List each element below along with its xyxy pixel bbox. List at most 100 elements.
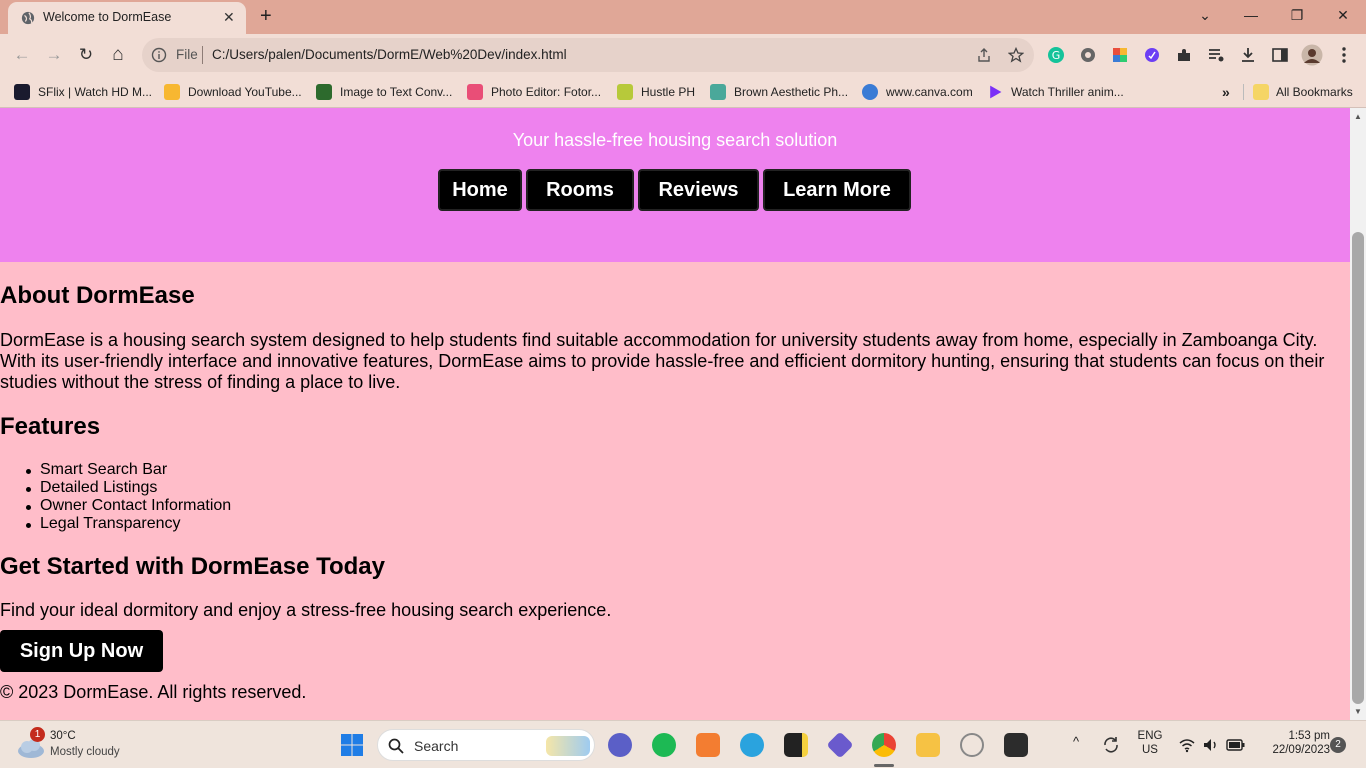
grammarly-extension-icon[interactable]: G: [1046, 45, 1066, 65]
tab-strip: Welcome to DormEase ✕ + ⌄ — ❐ ✕: [0, 0, 1366, 34]
download-folder-icon: [164, 84, 180, 100]
xampp-icon[interactable]: [696, 733, 720, 757]
tab-search-chevron-icon[interactable]: ⌄: [1195, 6, 1215, 24]
media-queue-icon[interactable]: [1206, 45, 1226, 65]
palette-extension-icon[interactable]: [1110, 45, 1130, 65]
volume-icon[interactable]: [1202, 736, 1220, 754]
all-bookmarks-label: All Bookmarks: [1276, 85, 1353, 99]
bookmark-item[interactable]: Brown Aesthetic Ph...: [710, 83, 848, 101]
terminal-icon[interactable]: [1004, 733, 1028, 757]
back-button[interactable]: ←: [11, 44, 33, 66]
download-icon[interactable]: [1238, 45, 1258, 65]
bookmarks-bar: SFlix | Watch HD M... Download YouTube..…: [0, 76, 1366, 108]
side-panel-icon[interactable]: [1270, 45, 1290, 65]
play-icon: [990, 85, 1002, 99]
nav-home-button[interactable]: Home: [438, 169, 522, 211]
bookmark-label: SFlix | Watch HD M...: [38, 85, 153, 99]
obsidian-icon[interactable]: [826, 731, 854, 759]
get-started-heading: Get Started with DormEase Today: [0, 553, 385, 580]
home-button[interactable]: ⌂: [107, 44, 129, 66]
circle-app-icon[interactable]: [960, 733, 984, 757]
scroll-down-arrow-icon[interactable]: ▼: [1354, 707, 1362, 716]
image-to-text-icon: [316, 84, 332, 100]
weather-condition: Mostly cloudy: [50, 746, 120, 758]
kebab-menu-icon[interactable]: [1334, 45, 1354, 65]
nav-reviews-button[interactable]: Reviews: [638, 169, 759, 211]
taskbar-search-box[interactable]: Search: [377, 729, 595, 761]
bookmark-label: www.canva.com: [886, 85, 973, 99]
clock-date: 22/09/2023: [1272, 744, 1330, 756]
search-highlight-icon: [546, 736, 590, 756]
bookmark-item[interactable]: Photo Editor: Fotor...: [467, 83, 601, 101]
svg-text:G: G: [1052, 49, 1061, 62]
bookmark-label: Image to Text Conv...: [340, 85, 453, 99]
bookmark-star-icon[interactable]: [1008, 47, 1024, 63]
site-info-icon[interactable]: [151, 47, 167, 63]
search-icon: [388, 738, 404, 754]
share-icon[interactable]: [976, 47, 992, 63]
url-text[interactable]: C:/Users/palen/Documents/DormE/Web%20Dev…: [212, 47, 567, 62]
windows-taskbar: 1 30°C Mostly cloudy Search ^ ENG US 1:5…: [0, 720, 1366, 768]
url-scheme-label: File: [176, 47, 198, 62]
bookmark-label: Photo Editor: Fotor...: [491, 85, 602, 99]
weather-temp: 30°C: [50, 730, 76, 742]
bookmark-item[interactable]: www.canva.com: [862, 83, 973, 101]
scroll-up-arrow-icon[interactable]: ▲: [1354, 112, 1362, 121]
feature-item: Detailed Listings: [25, 479, 158, 496]
bookmark-item[interactable]: Download YouTube...: [164, 83, 302, 101]
file-explorer-icon[interactable]: [916, 733, 940, 757]
browser-toolbar: ← → ↻ ⌂ File C:/Users/palen/Documents/Do…: [0, 34, 1366, 76]
sticky-notes-icon[interactable]: [784, 733, 808, 757]
url-divider: [202, 46, 203, 64]
bookmark-item[interactable]: Watch Thriller anim...: [987, 83, 1124, 101]
sign-up-button[interactable]: Sign Up Now: [0, 630, 163, 672]
sync-icon[interactable]: [1101, 735, 1121, 755]
language-indicator[interactable]: ENG US: [1134, 730, 1166, 756]
restore-button[interactable]: ❐: [1287, 6, 1307, 24]
reload-button[interactable]: ↻: [75, 44, 97, 66]
purple-extension-icon[interactable]: [1142, 45, 1162, 65]
notification-count-badge[interactable]: 2: [1330, 737, 1346, 753]
feature-item: Owner Contact Information: [25, 497, 232, 514]
profile-avatar[interactable]: [1301, 44, 1323, 66]
features-heading: Features: [0, 413, 101, 440]
spotify-icon[interactable]: [652, 733, 676, 757]
folder-icon: [1253, 84, 1269, 100]
lang-line1: ENG: [1137, 730, 1163, 742]
page-scrollbar[interactable]: ▲ ▼: [1350, 108, 1366, 720]
meet-chat-icon[interactable]: [608, 733, 632, 757]
battery-icon[interactable]: [1226, 736, 1246, 754]
chrome-icon[interactable]: [872, 733, 896, 757]
get-started-paragraph: Find your ideal dormitory and enjoy a st…: [0, 600, 612, 620]
gear-extension-icon[interactable]: [1078, 45, 1098, 65]
nav-rooms-button[interactable]: Rooms: [526, 169, 634, 211]
address-bar[interactable]: File C:/Users/palen/Documents/DormE/Web%…: [142, 38, 1034, 72]
fotor-icon: [467, 84, 483, 100]
desktop-screen: Welcome to DormEase ✕ + ⌄ — ❐ ✕ ← → ↻ ⌂ …: [0, 0, 1366, 768]
bookmarks-overflow-button[interactable]: »: [1222, 83, 1230, 101]
all-bookmarks-button[interactable]: All Bookmarks: [1253, 83, 1353, 101]
hustle-ph-icon: [617, 84, 633, 100]
tray-overflow-chevron-icon[interactable]: ^: [1073, 734, 1079, 749]
bookmark-item[interactable]: Hustle PH: [617, 83, 695, 101]
nav-learn-more-button[interactable]: Learn More: [763, 169, 911, 211]
browser-tab[interactable]: Welcome to DormEase ✕: [8, 2, 246, 34]
clock[interactable]: 1:53 pm 22/09/2023: [1254, 730, 1330, 756]
telegram-icon[interactable]: [740, 733, 764, 757]
weather-widget[interactable]: 1 30°C Mostly cloudy: [16, 727, 146, 763]
puzzle-extensions-icon[interactable]: [1174, 45, 1194, 65]
lang-line2: US: [1142, 744, 1158, 756]
bookmark-item[interactable]: SFlix | Watch HD M...: [14, 83, 152, 101]
about-paragraph: DormEase is a housing search system desi…: [0, 330, 1325, 392]
forward-button[interactable]: →: [43, 44, 65, 66]
minimize-button[interactable]: —: [1241, 6, 1261, 24]
bookmark-item[interactable]: Image to Text Conv...: [316, 83, 452, 101]
windows-start-icon[interactable]: [340, 733, 364, 757]
tab-close-icon[interactable]: ✕: [223, 9, 235, 25]
sflix-icon: [14, 84, 30, 100]
close-window-button[interactable]: ✕: [1333, 6, 1353, 24]
scrollbar-thumb[interactable]: [1352, 232, 1364, 704]
bookmark-label: Watch Thriller anim...: [1011, 85, 1124, 99]
wifi-icon[interactable]: [1178, 736, 1196, 754]
new-tab-button[interactable]: +: [260, 6, 272, 26]
